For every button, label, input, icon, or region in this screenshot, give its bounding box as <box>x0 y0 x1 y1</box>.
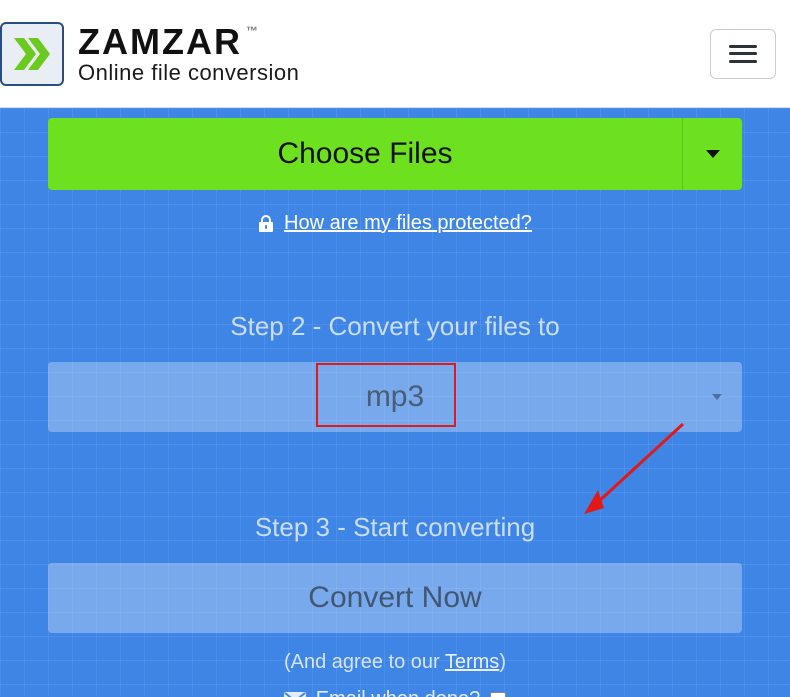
chevron-down-icon <box>712 394 722 400</box>
brand-tm: ™ <box>246 25 260 38</box>
protection-link[interactable]: How are my files protected? <box>284 212 532 235</box>
step3-heading: Step 3 - Start converting <box>48 512 742 543</box>
terms-link[interactable]: Terms <box>445 651 499 673</box>
brand-name: ZAMZAR <box>78 23 242 61</box>
hamburger-icon <box>729 45 757 63</box>
choose-files-button[interactable]: Choose Files <box>48 118 682 190</box>
chevron-down-icon <box>706 150 720 158</box>
step2-heading: Step 2 - Convert your files to <box>48 311 742 342</box>
brand-tagline: Online file conversion <box>78 61 299 84</box>
app-header: ZAMZAR ™ Online file conversion <box>0 0 790 108</box>
mail-icon <box>284 692 306 697</box>
annotation-arrow <box>578 418 698 518</box>
choose-files-dropdown-button[interactable] <box>682 118 742 190</box>
double-chevron-right-icon <box>10 32 54 76</box>
email-when-done-row: Email when done? <box>48 688 742 697</box>
agree-suffix: ) <box>499 651 506 673</box>
convert-now-label: Convert Now <box>308 581 481 615</box>
choose-files-label: Choose Files <box>277 137 452 171</box>
logo-mark <box>0 22 64 86</box>
agree-prefix: (And agree to our <box>284 651 445 673</box>
menu-toggle-button[interactable] <box>710 29 776 79</box>
format-select-value: mp3 <box>366 380 424 414</box>
format-select[interactable]: mp3 <box>48 362 742 432</box>
protection-info-row: How are my files protected? <box>48 212 742 235</box>
main-panel: Choose Files How are my files protected?… <box>0 108 790 697</box>
convert-now-button[interactable]: Convert Now <box>48 563 742 633</box>
choose-files-row: Choose Files <box>48 118 742 190</box>
brand-text: ZAMZAR ™ Online file conversion <box>78 23 299 84</box>
lock-icon <box>258 215 274 233</box>
agree-text: (And agree to our Terms) <box>48 651 742 674</box>
brand-logo[interactable]: ZAMZAR ™ Online file conversion <box>0 22 299 86</box>
email-when-done-checkbox[interactable] <box>490 692 506 697</box>
email-when-done-label: Email when done? <box>316 688 481 697</box>
